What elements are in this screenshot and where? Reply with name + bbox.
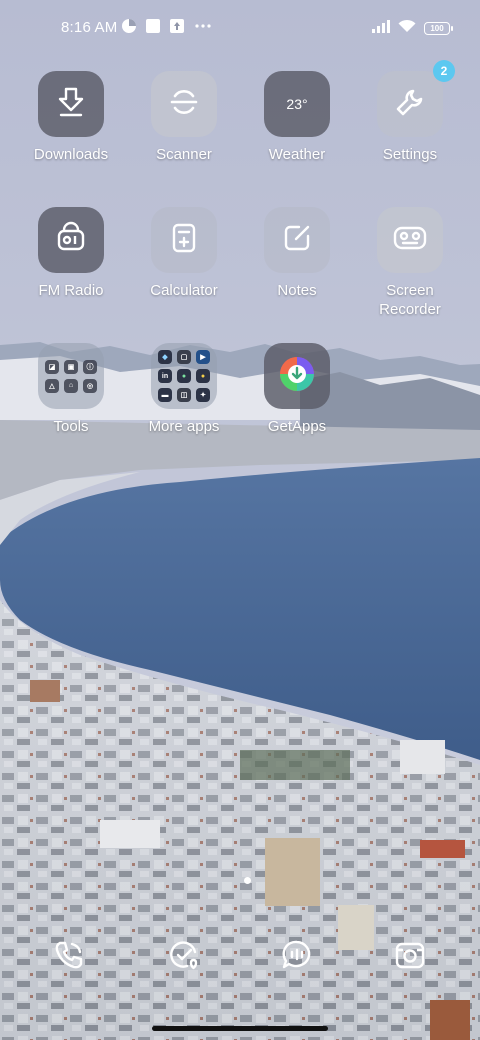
status-time: 8:16 AM — [61, 19, 118, 36]
screen-recorder-tile[interactable] — [377, 207, 443, 273]
folder-app-icon: ⌂ — [64, 378, 78, 393]
battery-icon: 100 — [424, 22, 453, 35]
app-settings[interactable]: 2 Settings — [354, 60, 466, 164]
security-icon — [167, 938, 201, 977]
notification-square-icon — [145, 18, 161, 34]
folder-app-icon: ◆ — [158, 350, 172, 364]
notes-tile[interactable] — [264, 207, 330, 273]
getapps-tile[interactable] — [264, 343, 330, 409]
status-notification-icons — [121, 18, 211, 34]
notification-badge: 2 — [433, 60, 455, 82]
notes-icon — [279, 220, 315, 261]
app-label: FM Radio — [38, 282, 104, 299]
app-screen-recorder[interactable]: Screen Recorder — [354, 207, 466, 319]
fm-radio-tile[interactable] — [38, 207, 104, 273]
weather-tile[interactable]: 23° — [264, 71, 330, 137]
folder-app-icon: ◪ — [45, 359, 59, 374]
linkedin-text: in — [161, 372, 169, 380]
app-label: Weather — [268, 146, 326, 163]
folder-app-icon: ⓘ — [83, 359, 97, 374]
scanner-tile[interactable] — [151, 71, 217, 137]
more-apps-folder-tile[interactable]: ◆ ▢ ▶ in ● ● ▬ ◫ ✦ — [151, 343, 217, 409]
scanner-icon — [166, 84, 202, 125]
folder-icon: ◆ ▢ ▶ in ● ● ▬ ◫ ✦ — [158, 350, 210, 402]
status-bar: 8:16 AM 100 — [0, 0, 480, 56]
folder-app-icon: ▬ — [158, 388, 172, 402]
wrench-icon — [392, 84, 428, 125]
battery-level: 100 — [430, 24, 444, 33]
app-label: Scanner — [156, 146, 212, 163]
linkedin-icon: in — [158, 369, 172, 383]
app-label: Calculator — [150, 282, 218, 299]
page-indicator-dot[interactable] — [244, 877, 251, 884]
app-fm-radio[interactable]: FM Radio — [15, 207, 127, 300]
download-icon — [53, 84, 89, 125]
app-label: More apps — [148, 418, 220, 435]
app-label: Screen Recorder — [379, 282, 441, 318]
app-label: Notes — [277, 282, 317, 299]
app-label: Downloads — [33, 146, 109, 163]
tools-folder-tile[interactable]: ◪ ▣ ⓘ △ ⌂ ◎ — [38, 343, 104, 409]
screen-recorder-icon — [391, 220, 429, 261]
folder-app-icon: ● — [177, 369, 191, 383]
home-indicator[interactable] — [152, 1026, 328, 1031]
folder-app-icon: ✦ — [196, 388, 210, 402]
getapps-icon — [278, 355, 316, 398]
signal-icon — [372, 19, 390, 38]
folder-icon: ◪ ▣ ⓘ △ ⌂ ◎ — [45, 359, 97, 393]
app-weather[interactable]: 23° Weather — [241, 71, 353, 164]
app-getapps[interactable]: GetApps — [241, 343, 353, 436]
dock-messages[interactable] — [278, 938, 316, 976]
downloads-tile[interactable] — [38, 71, 104, 137]
camera-icon — [393, 938, 427, 977]
phone-icon — [52, 938, 86, 977]
weather-temperature: 23° — [286, 96, 308, 112]
dock-phone[interactable] — [50, 938, 88, 976]
folder-app-icon: ▢ — [177, 350, 191, 364]
app-scanner[interactable]: Scanner — [128, 71, 240, 164]
dock-security[interactable] — [165, 938, 203, 976]
app-notes[interactable]: Notes — [241, 207, 353, 300]
app-downloads[interactable]: Downloads — [15, 71, 127, 164]
app-label: GetApps — [267, 418, 327, 435]
folder-app-icon: ◎ — [83, 378, 97, 393]
settings-tile[interactable]: 2 — [377, 60, 455, 137]
calculator-tile[interactable] — [151, 207, 217, 273]
more-dots-icon — [193, 18, 211, 34]
folder-app-icon: ◫ — [177, 388, 191, 402]
app-label: Tools — [53, 418, 89, 435]
folder-app-icon: ▣ — [64, 359, 78, 374]
folder-app-icon: ▶ — [196, 350, 210, 364]
messages-icon — [280, 938, 314, 977]
app-label: Settings — [382, 146, 438, 163]
radio-icon — [53, 220, 89, 261]
upload-icon — [169, 18, 185, 34]
status-system-icons: 100 — [372, 19, 453, 38]
data-saver-icon — [121, 18, 137, 34]
calculator-icon — [166, 220, 202, 261]
folder-app-icon: △ — [45, 378, 59, 393]
folder-tools[interactable]: ◪ ▣ ⓘ △ ⌂ ◎ Tools — [15, 343, 127, 436]
dock-camera[interactable] — [391, 938, 429, 976]
folder-more-apps[interactable]: ◆ ▢ ▶ in ● ● ▬ ◫ ✦ More apps — [128, 343, 240, 436]
app-calculator[interactable]: Calculator — [128, 207, 240, 300]
wifi-icon — [398, 19, 416, 38]
folder-app-icon: ● — [196, 369, 210, 383]
